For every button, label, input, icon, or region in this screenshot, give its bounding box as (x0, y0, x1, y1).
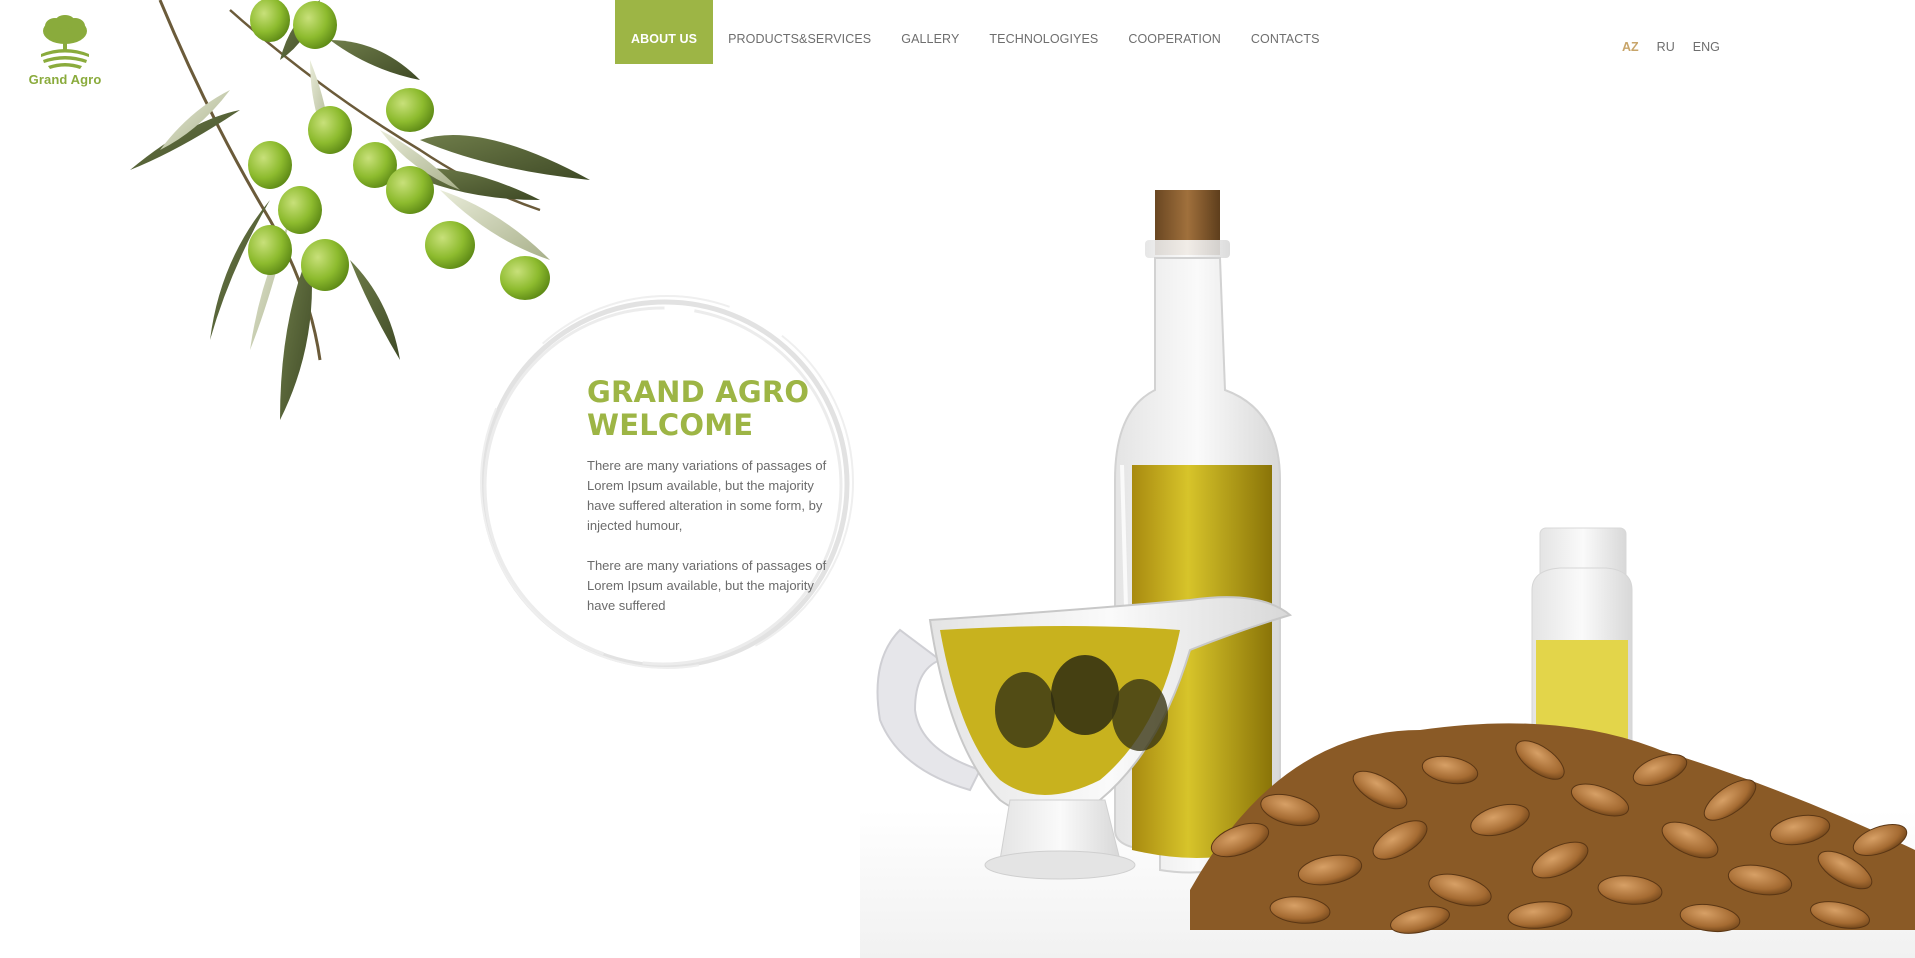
nav-about-us[interactable]: ABOUT US (615, 0, 714, 64)
welcome-paragraph-1: There are many variations of passages of… (587, 458, 827, 533)
nav-technologies[interactable]: TECHNOLOGIYES (974, 0, 1113, 64)
nav-products-services[interactable]: PRODUCTS&SERVICES (713, 0, 886, 64)
lang-eng[interactable]: ENG (1693, 40, 1720, 54)
welcome-title-line1: GRAND AGRO (587, 375, 810, 409)
welcome-title-line2: WELCOME (587, 408, 754, 442)
nav-cooperation[interactable]: COOPERATION (1113, 0, 1236, 64)
main-nav: ABOUT US PRODUCTS&SERVICES GALLERY TECHN… (615, 0, 1335, 64)
olive-oil-and-almonds-image (860, 190, 1915, 958)
welcome-paragraph-2: There are many variations of passages of… (587, 558, 827, 613)
nav-contacts[interactable]: CONTACTS (1236, 0, 1335, 64)
welcome-section: GRAND AGRO WELCOME There are many variat… (587, 376, 837, 616)
lang-ru[interactable]: RU (1657, 40, 1675, 54)
lang-az[interactable]: AZ (1622, 40, 1639, 54)
tree-field-icon (41, 15, 89, 69)
welcome-title: GRAND AGRO WELCOME (587, 376, 837, 442)
logo-text: Grand Agro (28, 72, 102, 87)
site-logo[interactable]: Grand Agro (27, 14, 103, 87)
nav-gallery[interactable]: GALLERY (886, 0, 974, 64)
language-switcher: AZ RU ENG (1622, 40, 1720, 54)
